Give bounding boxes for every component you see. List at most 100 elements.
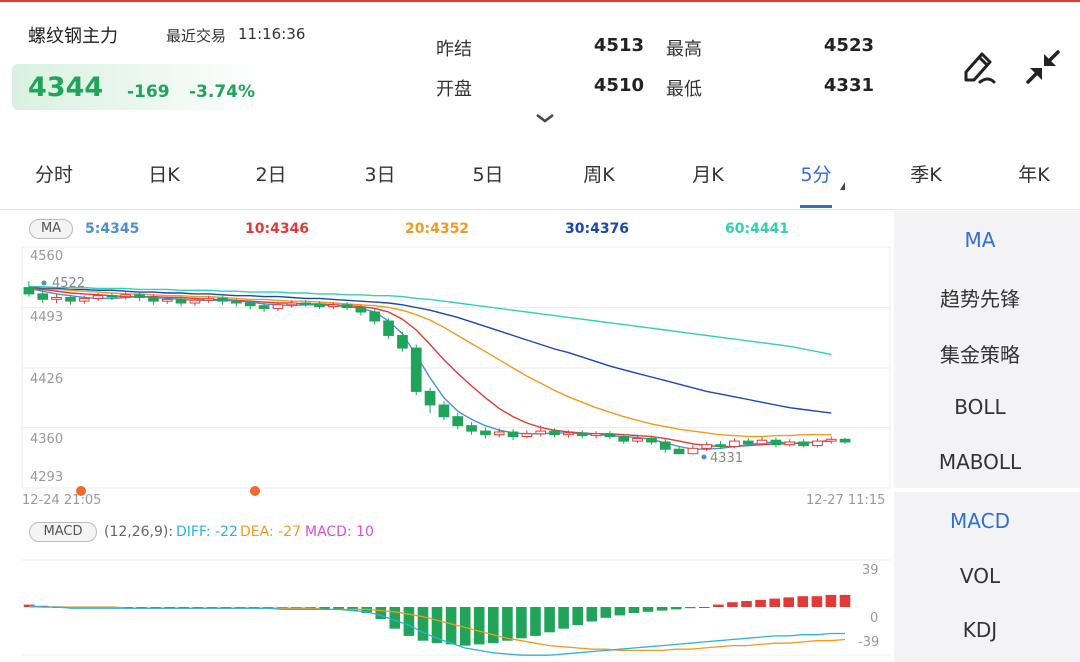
candle-body [161, 298, 173, 302]
candle-body [37, 293, 49, 300]
candle-body [134, 294, 145, 298]
candle-body [770, 439, 782, 446]
candle-body [106, 295, 118, 298]
candle-body [535, 430, 547, 435]
candle-body [784, 441, 796, 446]
candle-body [300, 302, 311, 305]
macd-histogram-bar [684, 607, 696, 609]
macd-histogram-bar [825, 594, 837, 607]
candle-body [383, 320, 394, 336]
candle-body [798, 441, 809, 447]
macd-histogram-bar [769, 598, 780, 607]
macd-histogram-bar [727, 602, 738, 607]
macd-histogram-bar [783, 597, 794, 607]
candle-body [687, 447, 699, 455]
candle-body [659, 441, 671, 450]
indicator-ma[interactable]: MA [894, 228, 1066, 252]
candle-body [632, 437, 643, 442]
candle-body [618, 436, 630, 442]
candle-body [23, 287, 35, 295]
ma5-line [28, 287, 832, 450]
macd-histogram-bar [755, 599, 766, 607]
candle-body [203, 297, 215, 301]
candle-body [604, 433, 616, 437]
candle-body [646, 437, 657, 443]
indicator-boll[interactable]: BOLL [894, 395, 1066, 419]
sub-indicator-vol[interactable]: VOL [894, 564, 1066, 588]
candle-body [369, 311, 381, 322]
candle-body [729, 440, 740, 448]
candle-body [314, 303, 325, 308]
indicator-side-panel [894, 211, 1080, 662]
kline-chart[interactable] [0, 0, 894, 662]
candle-body [742, 440, 754, 445]
candle-body [812, 440, 823, 447]
event-dot [250, 486, 260, 496]
candle-body [424, 390, 436, 406]
macd-histogram-bar [670, 607, 682, 610]
candle-body [244, 302, 256, 307]
macd-histogram-bar [488, 607, 499, 644]
tab-yearly-k[interactable]: 年K [994, 160, 1074, 187]
event-dot [76, 486, 86, 496]
candle-body [175, 298, 187, 304]
macd-histogram-bar [544, 607, 555, 633]
candle-body [78, 297, 90, 302]
macd-histogram-bar [502, 607, 513, 641]
candle-body [272, 304, 284, 309]
macd-histogram-bar [586, 607, 598, 622]
macd-histogram-bar [389, 607, 401, 629]
macd-histogram-bar [797, 596, 809, 607]
macd-histogram-bar [473, 607, 485, 645]
collapse-screen-icon[interactable] [1022, 46, 1064, 88]
macd-histogram-bar [642, 607, 654, 612]
candle-body [673, 448, 685, 455]
candle-body [258, 305, 270, 309]
macd-histogram-bar [713, 604, 724, 607]
candle-body [355, 307, 367, 313]
side-panel-divider [894, 488, 1080, 492]
candle-body [521, 433, 533, 437]
candle-body [549, 430, 560, 436]
tab-quarterly-k[interactable]: 季K [886, 160, 966, 187]
sub-indicator-kdj[interactable]: KDJ [894, 618, 1066, 642]
candle-body [231, 300, 242, 304]
candle-body [410, 347, 422, 392]
macd-histogram-bar [614, 607, 626, 616]
candle-body [65, 297, 76, 302]
draw-pen-icon[interactable] [958, 46, 1000, 88]
candle-body [452, 416, 464, 427]
candle-body [576, 432, 588, 437]
macd-histogram-bar [600, 607, 612, 618]
macd-histogram-bar [839, 594, 851, 607]
macd-histogram-bar [403, 607, 415, 636]
candle-body [590, 433, 602, 437]
candle-body [397, 335, 408, 349]
indicator-trend-pioneer[interactable]: 趋势先锋 [894, 283, 1066, 312]
candle-body [563, 432, 574, 436]
candle-body [756, 439, 768, 445]
macd-histogram-bar [572, 607, 583, 626]
candle-body [286, 302, 298, 306]
candle-body [189, 299, 201, 304]
candle-body [507, 431, 519, 437]
candle-body [480, 430, 491, 436]
indicator-fund-strategy[interactable]: 集金策略 [894, 339, 1066, 368]
macd-histogram-bar [530, 607, 541, 636]
macd-histogram-bar [417, 607, 429, 641]
macd-histogram-bar [558, 607, 569, 629]
candle-body [341, 304, 353, 308]
candle-body [92, 295, 104, 299]
macd-histogram-bar [628, 607, 640, 613]
indicator-maboll[interactable]: MABOLL [894, 450, 1066, 474]
candle-body [438, 404, 450, 418]
macd-histogram-bar [699, 607, 710, 608]
candle-body [217, 297, 228, 302]
macd-histogram-bar [516, 607, 527, 639]
sub-indicator-macd[interactable]: MACD [894, 509, 1066, 533]
candle-body [51, 297, 62, 300]
candle-body [327, 304, 339, 308]
macd-histogram-bar [445, 607, 457, 645]
candle-body [839, 438, 851, 443]
high-marker [41, 280, 47, 286]
